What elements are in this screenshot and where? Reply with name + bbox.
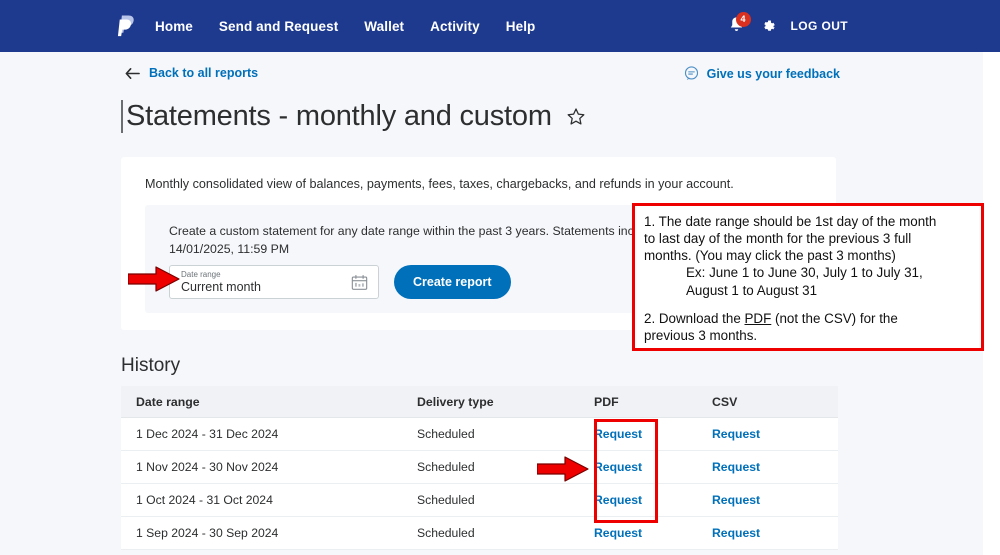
pdf-request-link[interactable]: Request xyxy=(594,493,642,507)
feedback-label: Give us your feedback xyxy=(706,66,840,81)
cell-delivery-type: Scheduled xyxy=(417,427,475,441)
history-table: Date range Delivery type PDF CSV 1 Dec 2… xyxy=(121,386,838,550)
pdf-request-link[interactable]: Request xyxy=(594,427,642,441)
paypal-logo-icon[interactable] xyxy=(113,11,139,41)
nav-item-wallet[interactable]: Wallet xyxy=(364,19,404,34)
callout-line-6-suffix: (not the CSV) for the xyxy=(771,310,898,326)
callout-line-6-prefix: 2. Download the xyxy=(644,310,745,326)
custom-statement-line-2: 14/01/2025, 11:59 PM xyxy=(169,242,290,257)
table-header-row: Date range Delivery type PDF CSV xyxy=(121,386,838,418)
callout-spacer xyxy=(644,299,973,310)
custom-statement-text: Create a custom statement for any date r… xyxy=(169,222,701,259)
nav-item-home[interactable]: Home xyxy=(155,19,193,34)
cell-pdf: Request xyxy=(594,524,712,542)
date-range-value: Current month xyxy=(181,280,261,294)
calendar-icon[interactable] xyxy=(351,274,368,291)
cell-csv: Request xyxy=(712,524,832,542)
history-heading: History xyxy=(121,355,181,376)
csv-request-link[interactable]: Request xyxy=(712,493,760,507)
nav-item-activity[interactable]: Activity xyxy=(430,19,480,34)
date-range-label: Date range xyxy=(181,270,221,279)
create-report-button[interactable]: Create report xyxy=(394,265,511,299)
cell-delivery-type: Scheduled xyxy=(417,493,475,507)
callout-line-6-underlined: PDF xyxy=(744,310,772,326)
back-to-all-reports-link[interactable]: Back to all reports xyxy=(125,66,258,80)
column-header-delivery-type: Delivery type xyxy=(417,394,494,409)
cell-date-range: 1 Oct 2024 - 31 Oct 2024 xyxy=(136,493,273,507)
pdf-request-link[interactable]: Request xyxy=(594,526,642,540)
table-row: 1 Sep 2024 - 30 Sep 2024 Scheduled Reque… xyxy=(121,517,838,550)
nav-links: Home Send and Request Wallet Activity He… xyxy=(155,19,535,34)
callout-line-4: Ex: June 1 to June 30, July 1 to July 31… xyxy=(686,265,923,281)
custom-statement-line-1: Create a custom statement for any date r… xyxy=(169,224,701,238)
cell-delivery-type: Scheduled xyxy=(417,526,475,540)
callout-line-7: previous 3 months. xyxy=(644,327,758,343)
cell-csv: Request xyxy=(712,425,832,443)
callout-line-5: August 1 to August 31 xyxy=(686,282,818,298)
statement-controls: Date range Current month Create report xyxy=(169,265,511,299)
breadcrumb: Back to all reports Give us your feedbac… xyxy=(0,52,983,98)
column-header-csv: CSV xyxy=(712,394,738,409)
give-feedback-link[interactable]: Give us your feedback xyxy=(684,66,840,81)
cell-delivery-type: Scheduled xyxy=(417,460,475,474)
column-header-date-range: Date range xyxy=(136,394,200,409)
cell-csv: Request xyxy=(712,491,832,509)
callout-line-6: 2. Download the PDF (not the CSV) for th… xyxy=(644,310,973,327)
speech-bubble-icon xyxy=(684,66,698,81)
cell-date-range: 1 Nov 2024 - 30 Nov 2024 xyxy=(136,460,279,474)
cell-pdf: Request xyxy=(594,425,712,443)
top-navigation-bar: Home Send and Request Wallet Activity He… xyxy=(0,0,1000,52)
callout-line-2: to last day of the month for the previou… xyxy=(644,231,912,247)
instruction-callout: 1. The date range should be 1st day of t… xyxy=(632,203,984,351)
gear-icon xyxy=(763,20,775,31)
csv-request-link[interactable]: Request xyxy=(712,526,760,540)
star-outline-icon[interactable] xyxy=(566,107,586,127)
settings-button[interactable] xyxy=(760,18,777,35)
table-row: 1 Dec 2024 - 31 Dec 2024 Scheduled Reque… xyxy=(121,418,838,451)
nav-item-send-and-request[interactable]: Send and Request xyxy=(219,19,338,34)
page-title: Statements - monthly and custom xyxy=(121,100,552,134)
logout-button[interactable]: LOG OUT xyxy=(791,19,848,33)
nav-item-help[interactable]: Help xyxy=(506,19,536,34)
callout-line-3: months. (You may click the past 3 months… xyxy=(644,248,896,264)
table-row: 1 Oct 2024 - 31 Oct 2024 Scheduled Reque… xyxy=(121,484,838,517)
arrow-left-icon xyxy=(125,67,140,79)
table-row: 1 Nov 2024 - 30 Nov 2024 Scheduled Reque… xyxy=(121,451,838,484)
callout-line-1: 1. The date range should be 1st day of t… xyxy=(644,214,937,229)
pdf-request-link[interactable]: Request xyxy=(594,460,642,474)
notification-count-badge: 4 xyxy=(735,12,751,27)
card-description: Monthly consolidated view of balances, p… xyxy=(145,177,734,191)
date-range-input[interactable]: Date range Current month xyxy=(169,265,379,299)
page-title-row: Statements - monthly and custom xyxy=(121,100,586,134)
csv-request-link[interactable]: Request xyxy=(712,460,760,474)
cell-date-range: 1 Dec 2024 - 31 Dec 2024 xyxy=(136,427,279,441)
cell-pdf: Request xyxy=(594,491,712,509)
cell-date-range: 1 Sep 2024 - 30 Sep 2024 xyxy=(136,526,279,540)
back-link-label: Back to all reports xyxy=(149,66,259,80)
csv-request-link[interactable]: Request xyxy=(712,427,760,441)
nav-right-group: 4 LOG OUT xyxy=(728,0,848,52)
notifications-button[interactable]: 4 xyxy=(728,12,751,37)
cell-pdf: Request xyxy=(594,458,712,476)
cell-csv: Request xyxy=(712,458,832,476)
column-header-pdf: PDF xyxy=(594,394,619,409)
